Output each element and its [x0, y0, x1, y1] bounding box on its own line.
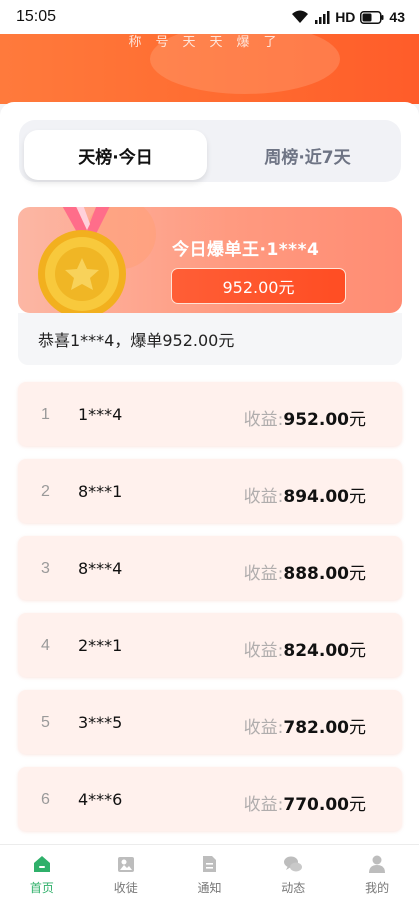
income-label: 收益:	[243, 564, 284, 584]
income-unit: 元	[349, 795, 366, 815]
profile-icon	[369, 855, 386, 873]
rank-number: 6	[41, 791, 50, 808]
rank-income: 收益: 894.00 元	[244, 482, 366, 507]
nav-notice[interactable]: 通知	[168, 845, 252, 900]
champion-amount: 952.00元	[171, 268, 346, 304]
status-bar: 15:05 HD 43	[0, 0, 419, 34]
period-tab-switch: 天榜·今日 周榜·近7天	[19, 120, 401, 182]
ranking-card: 天榜·今日 周榜·近7天 今日爆单王·1***4 952.00元 恭喜1***4…	[0, 102, 419, 847]
congrats-message: 恭喜1***4，爆单952.00元	[18, 313, 402, 365]
income-label: 收益:	[243, 410, 284, 430]
rank-user: 8***1	[78, 482, 123, 501]
rank-number: 3	[41, 560, 50, 577]
champion-banner: 今日爆单王·1***4 952.00元	[18, 207, 402, 313]
banner-subtitle: 称号天天爆了	[128, 35, 291, 50]
nav-label: 我的	[365, 881, 390, 895]
income-value: 894.00	[283, 487, 349, 507]
status-icons: HD 43	[291, 9, 405, 25]
rank-income: 收益: 770.00 元	[244, 790, 366, 815]
ranking-row[interactable]: 2 8***1 收益: 894.00 元	[18, 459, 402, 523]
income-unit: 元	[349, 410, 366, 430]
income-unit: 元	[349, 487, 366, 507]
income-label: 收益:	[243, 641, 284, 661]
nav-label: 动态	[281, 881, 306, 895]
tab-daily-ranking[interactable]: 天榜·今日	[24, 130, 207, 180]
rank-user: 4***6	[78, 790, 123, 809]
ranking-row[interactable]: 3 8***4 收益: 888.00 元	[18, 536, 402, 600]
battery-icon	[360, 10, 384, 24]
chat-icon	[284, 856, 303, 872]
rank-number: 4	[41, 637, 50, 654]
nav-apprentice[interactable]: 收徒	[84, 845, 168, 900]
gold-medal-icon	[38, 207, 126, 313]
bottom-nav: 首页 收徒 通知 动态 我的	[0, 844, 419, 900]
nav-label: 通知	[197, 881, 222, 895]
income-unit: 元	[349, 564, 366, 584]
ranking-row[interactable]: 4 2***1 收益: 824.00 元	[18, 613, 402, 677]
rank-number: 5	[41, 714, 50, 731]
rank-user: 3***5	[78, 713, 123, 732]
nav-profile[interactable]: 我的	[335, 845, 419, 900]
rank-number: 2	[41, 483, 50, 500]
rank-user: 8***4	[78, 559, 123, 578]
ranking-row[interactable]: 6 4***6 收益: 770.00 元	[18, 767, 402, 831]
ranking-row[interactable]: 5 3***5 收益: 782.00 元	[18, 690, 402, 754]
rank-number: 1	[41, 406, 50, 423]
income-value: 824.00	[283, 641, 349, 661]
nav-feed[interactable]: 动态	[251, 845, 335, 900]
tab-weekly-ranking[interactable]: 周榜·近7天	[216, 130, 399, 180]
income-value: 782.00	[283, 718, 349, 738]
income-unit: 元	[349, 718, 366, 738]
rank-user: 2***1	[78, 636, 123, 655]
rank-user: 1***4	[78, 405, 123, 424]
ranking-row[interactable]: 1 1***4 收益: 952.00 元	[18, 382, 402, 446]
rank-income: 收益: 782.00 元	[244, 713, 366, 738]
notice-icon	[203, 856, 217, 872]
nav-label: 首页	[29, 881, 54, 895]
income-value: 888.00	[283, 564, 349, 584]
status-time: 15:05	[16, 8, 57, 25]
home-icon	[33, 856, 50, 872]
rank-income: 收益: 824.00 元	[244, 636, 366, 661]
apprentice-icon	[117, 857, 134, 872]
income-value: 770.00	[283, 795, 349, 815]
income-label: 收益:	[243, 718, 284, 738]
rank-income: 收益: 888.00 元	[244, 559, 366, 584]
income-label: 收益:	[243, 795, 284, 815]
signal-icon	[315, 10, 330, 24]
champion-title: 今日爆单王·1***4	[172, 240, 320, 260]
income-unit: 元	[349, 641, 366, 661]
nav-home[interactable]: 首页	[0, 845, 84, 900]
income-value: 952.00	[283, 410, 349, 430]
network-type: HD	[335, 9, 356, 25]
rank-income: 收益: 952.00 元	[244, 405, 366, 430]
wifi-icon	[292, 10, 309, 23]
battery-level: 43	[389, 9, 405, 25]
header-banner: 称号天天爆了	[0, 34, 419, 104]
income-label: 收益:	[243, 487, 284, 507]
nav-label: 收徒	[113, 881, 138, 895]
